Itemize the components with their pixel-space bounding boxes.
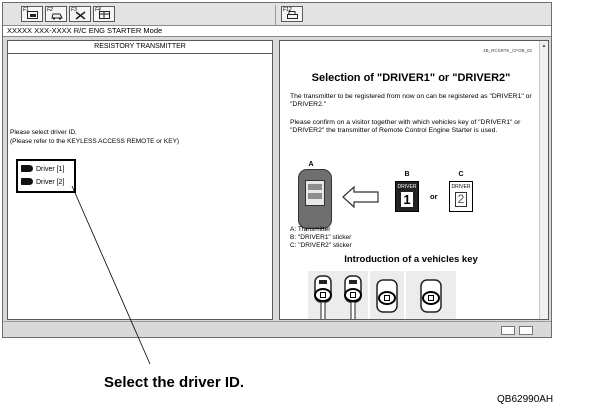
callout-text: Select the driver ID. xyxy=(104,374,245,391)
callout-leader-line xyxy=(71,185,151,365)
figure-code: QB62990AH xyxy=(497,394,554,405)
